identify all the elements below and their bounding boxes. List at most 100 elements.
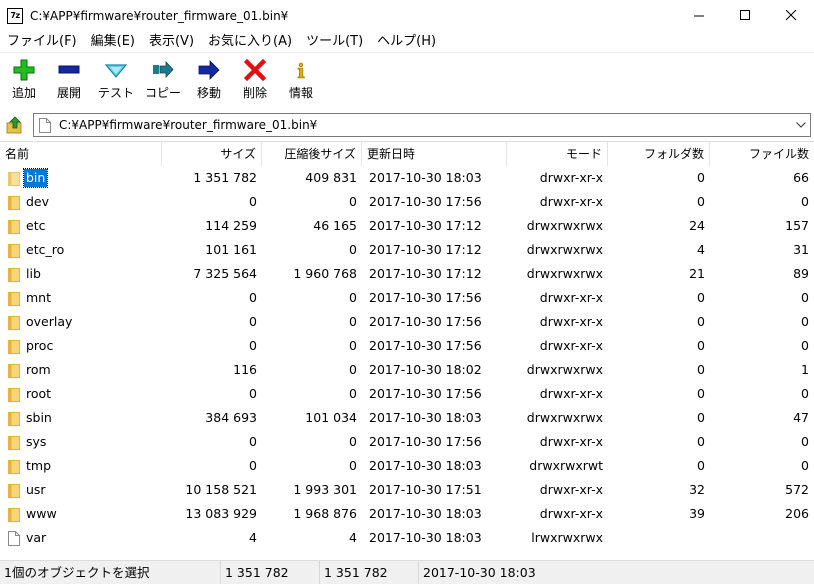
file-name: etc bbox=[26, 218, 46, 233]
file-name: etc_ro bbox=[26, 242, 65, 257]
path-dropdown-button[interactable] bbox=[792, 122, 810, 128]
move-arrow-icon bbox=[197, 59, 221, 81]
file-name: sys bbox=[26, 434, 47, 449]
file-row[interactable]: tmp 0 0 2017-10-30 18:03 drwxrwxrwt 0 0 bbox=[0, 454, 814, 478]
folders-cell bbox=[608, 526, 710, 550]
menu-edit[interactable]: 編集(E) bbox=[84, 31, 142, 53]
folder-icon bbox=[8, 171, 20, 186]
delete-x-icon bbox=[243, 59, 267, 81]
file-name: proc bbox=[26, 338, 54, 353]
add-button[interactable]: 追加 bbox=[2, 54, 46, 104]
name-cell: lib bbox=[0, 262, 162, 286]
menu-bar: ファイル(F) 編集(E) 表示(V) お気に入り(A) ツール(T) ヘルプ(… bbox=[0, 31, 814, 53]
file-row[interactable]: overlay 0 0 2017-10-30 17:56 drwxr-xr-x 0 0 bbox=[0, 310, 814, 334]
minimize-button[interactable] bbox=[676, 0, 722, 31]
compressed-cell: 0 bbox=[349, 338, 357, 353]
file-name: mnt bbox=[26, 290, 51, 305]
up-folder-button[interactable] bbox=[4, 114, 26, 136]
file-row[interactable]: mnt 0 0 2017-10-30 17:56 drwxr-xr-x 0 0 bbox=[0, 286, 814, 310]
file-row[interactable]: sbin 384 693 101 034 2017-10-30 18:03 drwxrw… bbox=[0, 406, 814, 430]
folder-icon bbox=[8, 195, 20, 210]
file-row[interactable]: etc 114 259 46 165 2017-10-30 17:12 drwxrwxr… bbox=[0, 214, 814, 238]
mode-cell: drwxr-xr-x bbox=[539, 314, 603, 329]
file-row[interactable]: etc_ro 101 161 0 2017-10-30 17:12 drwxrwxrwx… bbox=[0, 238, 814, 262]
file-list[interactable]: 名前 サイズ 圧縮後サイズ 更新日時 モード フォルダ数 ファイル数 bin 1 … bbox=[0, 141, 814, 559]
name-cell: etc bbox=[0, 214, 162, 238]
modified-cell: 2017-10-30 17:56 bbox=[369, 338, 482, 353]
mode-cell: drwxr-xr-x bbox=[539, 194, 603, 209]
size-cell: 4 bbox=[249, 530, 257, 545]
files-cell: 0 bbox=[801, 386, 809, 401]
folders-cell: 0 bbox=[697, 170, 705, 185]
modified-cell: 2017-10-30 17:12 bbox=[369, 266, 482, 281]
column-folders[interactable]: フォルダ数 bbox=[608, 142, 710, 166]
copy-arrow-icon bbox=[151, 59, 175, 81]
mode-cell: drwxr-xr-x bbox=[539, 290, 603, 305]
column-mode[interactable]: モード bbox=[507, 142, 608, 166]
compressed-cell: 0 bbox=[349, 434, 357, 449]
column-name[interactable]: 名前 bbox=[0, 142, 162, 166]
copy-button[interactable]: コピー bbox=[140, 54, 186, 104]
folder-icon bbox=[8, 363, 20, 378]
compressed-cell: 46 165 bbox=[313, 218, 357, 233]
menu-tools[interactable]: ツール(T) bbox=[299, 31, 370, 53]
modified-cell: 2017-10-30 18:03 bbox=[369, 410, 482, 425]
status-compressed: 1 351 782 bbox=[320, 561, 419, 584]
folder-icon bbox=[8, 483, 20, 498]
file-row[interactable]: sys 0 0 2017-10-30 17:56 drwxr-xr-x 0 0 bbox=[0, 430, 814, 454]
extract-button[interactable]: 展開 bbox=[46, 54, 92, 104]
files-cell: 31 bbox=[793, 242, 809, 257]
mode-cell: lrwxrwxrwx bbox=[531, 530, 603, 545]
folders-cell: 24 bbox=[689, 218, 705, 233]
file-row[interactable]: usr 10 158 521 1 993 301 2017-10-30 17:51 dr… bbox=[0, 478, 814, 502]
maximize-button[interactable] bbox=[722, 0, 768, 31]
column-size[interactable]: サイズ bbox=[162, 142, 262, 166]
modified-cell: 2017-10-30 17:56 bbox=[369, 434, 482, 449]
menu-file[interactable]: ファイル(F) bbox=[0, 31, 84, 53]
file-name: sbin bbox=[26, 410, 52, 425]
mode-cell: drwxrwxrwx bbox=[526, 362, 603, 377]
test-button[interactable]: テスト bbox=[92, 54, 140, 104]
modified-cell: 2017-10-30 18:03 bbox=[369, 530, 482, 545]
modified-cell: 2017-10-30 17:12 bbox=[369, 242, 482, 257]
file-row[interactable]: lib 7 325 564 1 960 768 2017-10-30 17:12 drw… bbox=[0, 262, 814, 286]
file-row[interactable]: proc 0 0 2017-10-30 17:56 drwxr-xr-x 0 0 bbox=[0, 334, 814, 358]
menu-favorites[interactable]: お気に入り(A) bbox=[201, 31, 299, 53]
compressed-cell: 0 bbox=[349, 290, 357, 305]
files-cell: 0 bbox=[801, 338, 809, 353]
file-row[interactable]: dev 0 0 2017-10-30 17:56 drwxr-xr-x 0 0 bbox=[0, 190, 814, 214]
compressed-cell: 1 968 876 bbox=[293, 506, 357, 521]
folders-cell: 0 bbox=[697, 314, 705, 329]
folder-icon bbox=[8, 315, 20, 330]
column-files[interactable]: ファイル数 bbox=[710, 142, 814, 166]
compressed-cell: 101 034 bbox=[305, 410, 357, 425]
modified-cell: 2017-10-30 18:03 bbox=[369, 506, 482, 521]
move-button[interactable]: 移動 bbox=[186, 54, 232, 104]
modified-cell: 2017-10-30 18:02 bbox=[369, 362, 482, 377]
file-rows: bin 1 351 782 409 831 2017-10-30 18:03 drwxr… bbox=[0, 166, 814, 550]
folders-cell: 32 bbox=[689, 482, 705, 497]
copy-label: コピー bbox=[144, 86, 181, 100]
status-modified: 2017-10-30 18:03 bbox=[423, 565, 536, 580]
file-row[interactable]: var 4 4 2017-10-30 18:03 lrwxrwxrwx bbox=[0, 526, 814, 550]
file-name: usr bbox=[26, 482, 46, 497]
file-row[interactable]: www 13 083 929 1 968 876 2017-10-30 18:03 dr… bbox=[0, 502, 814, 526]
column-modified[interactable]: 更新日時 bbox=[362, 142, 507, 166]
info-button[interactable]: i 情報 bbox=[278, 54, 324, 104]
path-combobox[interactable]: C:¥APP¥firmware¥router_firmware_01.bin¥ bbox=[33, 113, 811, 137]
close-button[interactable] bbox=[768, 0, 814, 31]
name-cell: root bbox=[0, 382, 162, 406]
file-row[interactable]: rom 116 0 2017-10-30 18:02 drwxrwxrwx 0 1 bbox=[0, 358, 814, 382]
delete-button[interactable]: 削除 bbox=[232, 54, 278, 104]
size-cell: 1 351 782 bbox=[193, 170, 257, 185]
mode-cell: drwxrwxrwx bbox=[526, 242, 603, 257]
menu-help[interactable]: ヘルプ(H) bbox=[370, 31, 443, 53]
mode-cell: drwxrwxrwt bbox=[529, 458, 603, 473]
file-name: tmp bbox=[26, 458, 52, 473]
column-compressed[interactable]: 圧縮後サイズ bbox=[262, 142, 362, 166]
file-row[interactable]: root 0 0 2017-10-30 17:56 drwxr-xr-x 0 0 bbox=[0, 382, 814, 406]
size-cell: 0 bbox=[249, 338, 257, 353]
file-row[interactable]: bin 1 351 782 409 831 2017-10-30 18:03 drwxr… bbox=[0, 166, 814, 190]
menu-view[interactable]: 表示(V) bbox=[142, 31, 201, 53]
folder-icon bbox=[8, 291, 20, 306]
